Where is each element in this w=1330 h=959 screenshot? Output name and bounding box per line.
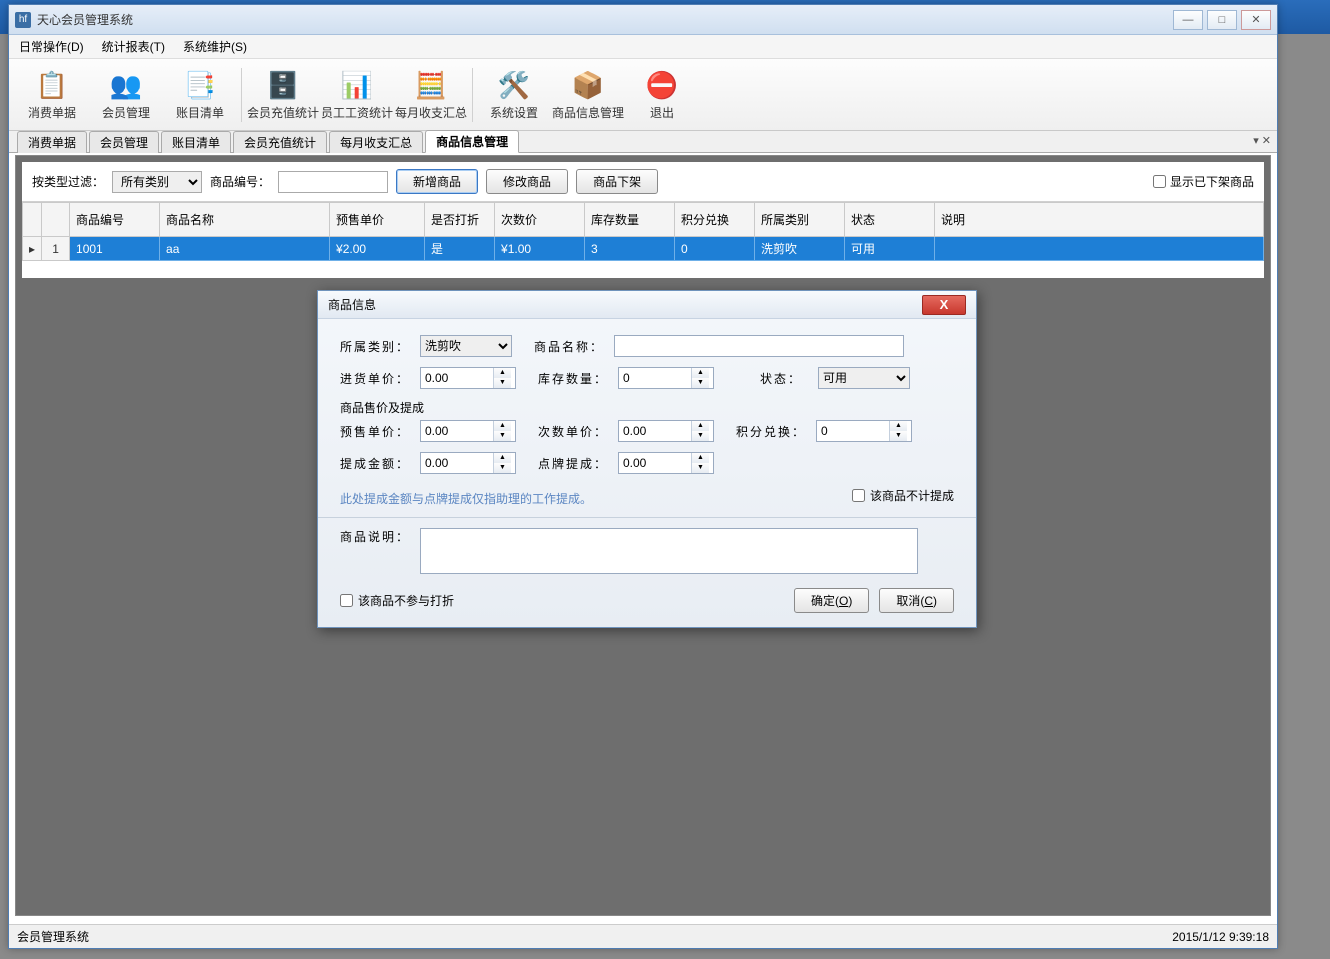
status-time: 2015/1/12 9:39:18 — [1172, 930, 1269, 944]
no-discount-checkbox[interactable]: 该商品不参与打折 — [340, 592, 454, 609]
tool-exit[interactable]: ⛔退出 — [625, 63, 699, 127]
goods-name-label: 商品名称： — [534, 338, 606, 355]
add-goods-button[interactable]: 新增商品 — [396, 169, 478, 194]
ok-button[interactable]: 确定(O) — [794, 588, 869, 613]
titlebar: hf 天心会员管理系统 — □ ✕ — [9, 5, 1277, 35]
preprice-label: 预售单价： — [340, 423, 412, 440]
no-commission-checkbox[interactable]: 该商品不计提成 — [852, 487, 954, 504]
offshelf-button[interactable]: 商品下架 — [576, 169, 658, 194]
dialog-title: 商品信息 — [328, 296, 376, 313]
col-status: 状态 — [845, 203, 935, 237]
tool-monthly[interactable]: 🧮每月收支汇总 — [394, 63, 468, 127]
tool-ledger[interactable]: 📑账目清单 — [163, 63, 237, 127]
status-bar: 会员管理系统 2015/1/12 9:39:18 — [9, 924, 1277, 948]
table-row[interactable]: ▸ 1 1001 aa ¥2.00 是 ¥1.00 3 0 洗剪吹 可用 — [23, 237, 1264, 261]
timesprice-spinner[interactable]: ▲▼ — [618, 420, 714, 442]
inprice-label: 进货单价： — [340, 370, 412, 387]
minimize-button[interactable]: — — [1173, 10, 1203, 30]
tab-recharge[interactable]: 会员充值统计 — [233, 131, 327, 153]
col-exchange: 积分兑换 — [675, 203, 755, 237]
category-label: 所属类别： — [340, 338, 412, 355]
cancel-button[interactable]: 取消(C) — [879, 588, 954, 613]
col-cat: 所属类别 — [755, 203, 845, 237]
dialog-titlebar[interactable]: 商品信息 X — [318, 291, 976, 319]
preprice-spinner[interactable]: ▲▼ — [420, 420, 516, 442]
filter-code-input[interactable] — [278, 171, 388, 193]
exit-icon: ⛔ — [645, 68, 679, 102]
menu-daily[interactable]: 日常操作(D) — [19, 38, 84, 55]
grid-icon: 📦 — [571, 68, 605, 102]
tab-consume[interactable]: 消费单据 — [17, 131, 87, 153]
inprice-spinner[interactable]: ▲▼ — [420, 367, 516, 389]
category-select[interactable]: 洗剪吹 — [420, 335, 512, 357]
filter-bar: 按类型过滤： 所有类别 商品编号： 新增商品 修改商品 商品下架 显示已下架商品 — [22, 162, 1264, 202]
tool-salary[interactable]: 📊员工工资统计 — [320, 63, 394, 127]
bonus-spinner[interactable]: ▲▼ — [420, 452, 516, 474]
exchange-spinner[interactable]: ▲▼ — [816, 420, 912, 442]
goods-info-dialog: 商品信息 X 所属类别： 洗剪吹 商品名称： 进货单价： ▲▼ 库存数量： ▲▼… — [317, 290, 977, 628]
grid-header-row: 商品编号 商品名称 预售单价 是否打折 次数价 库存数量 积分兑换 所属类别 状… — [23, 203, 1264, 237]
tool-recharge[interactable]: 🗄️会员充值统计 — [246, 63, 320, 127]
exchange-label: 积分兑换： — [736, 423, 808, 440]
document-tabs: 消费单据 会员管理 账目清单 会员充值统计 每月收支汇总 商品信息管理 ▾ ✕ — [9, 131, 1277, 153]
stock-spinner[interactable]: ▲▼ — [618, 367, 714, 389]
app-logo-icon: hf — [15, 12, 31, 28]
list-icon: 📑 — [183, 68, 217, 102]
desc-label: 商品说明： — [340, 528, 412, 545]
tab-monthly[interactable]: 每月收支汇总 — [329, 131, 423, 153]
col-code: 商品编号 — [70, 203, 160, 237]
goods-name-input[interactable] — [614, 335, 904, 357]
filter-code-label: 商品编号： — [210, 173, 270, 190]
tool-consume[interactable]: 📋消费单据 — [15, 63, 89, 127]
col-name: 商品名称 — [160, 203, 330, 237]
filter-type-select[interactable]: 所有类别 — [112, 171, 202, 193]
chart-icon: 📊 — [340, 68, 374, 102]
col-stock: 库存数量 — [585, 203, 675, 237]
close-button[interactable]: ✕ — [1241, 10, 1271, 30]
maximize-button[interactable]: □ — [1207, 10, 1237, 30]
tool-settings[interactable]: 🛠️系统设置 — [477, 63, 551, 127]
col-price: 预售单价 — [330, 203, 425, 237]
menu-report[interactable]: 统计报表(T) — [102, 38, 165, 55]
cardbonus-label: 点牌提成： — [538, 455, 610, 472]
tab-member[interactable]: 会员管理 — [89, 131, 159, 153]
commission-note: 此处提成金额与点牌提成仅指助理的工作提成。 — [340, 490, 592, 507]
window-title: 天心会员管理系统 — [37, 11, 1173, 28]
col-desc: 说明 — [935, 203, 1264, 237]
filter-type-label: 按类型过滤： — [32, 173, 104, 190]
tool-member[interactable]: 👥会员管理 — [89, 63, 163, 127]
status-text: 会员管理系统 — [17, 928, 89, 945]
menu-maint[interactable]: 系统维护(S) — [183, 38, 247, 55]
status-label: 状态： — [760, 370, 810, 387]
stock-label: 库存数量： — [538, 370, 610, 387]
tab-ledger[interactable]: 账目清单 — [161, 131, 231, 153]
cardbonus-spinner[interactable]: ▲▼ — [618, 452, 714, 474]
people-icon: 👥 — [109, 68, 143, 102]
pie-icon: 🧮 — [414, 68, 448, 102]
main-window: hf 天心会员管理系统 — □ ✕ 日常操作(D) 统计报表(T) 系统维护(S… — [8, 4, 1278, 949]
col-discount: 是否打折 — [425, 203, 495, 237]
timesprice-label: 次数单价： — [538, 423, 610, 440]
tab-goods[interactable]: 商品信息管理 — [425, 130, 519, 153]
bonus-label: 提成金额： — [340, 455, 412, 472]
edit-goods-button[interactable]: 修改商品 — [486, 169, 568, 194]
col-tprice: 次数价 — [495, 203, 585, 237]
clipboard-icon: 📋 — [35, 68, 69, 102]
desc-textarea[interactable] — [420, 528, 918, 574]
dialog-close-button[interactable]: X — [922, 295, 966, 315]
menubar: 日常操作(D) 统计报表(T) 系统维护(S) — [9, 35, 1277, 59]
show-off-checkbox[interactable]: 显示已下架商品 — [1153, 173, 1254, 190]
database-plus-icon: 🗄️ — [266, 68, 300, 102]
tools-icon: 🛠️ — [497, 68, 531, 102]
section-pricing: 商品售价及提成 — [340, 399, 954, 416]
tabs-actions[interactable]: ▾ ✕ — [1253, 134, 1271, 147]
tool-goods[interactable]: 📦商品信息管理 — [551, 63, 625, 127]
toolbar: 📋消费单据 👥会员管理 📑账目清单 🗄️会员充值统计 📊员工工资统计 🧮每月收支… — [9, 59, 1277, 131]
status-select[interactable]: 可用 — [818, 367, 910, 389]
